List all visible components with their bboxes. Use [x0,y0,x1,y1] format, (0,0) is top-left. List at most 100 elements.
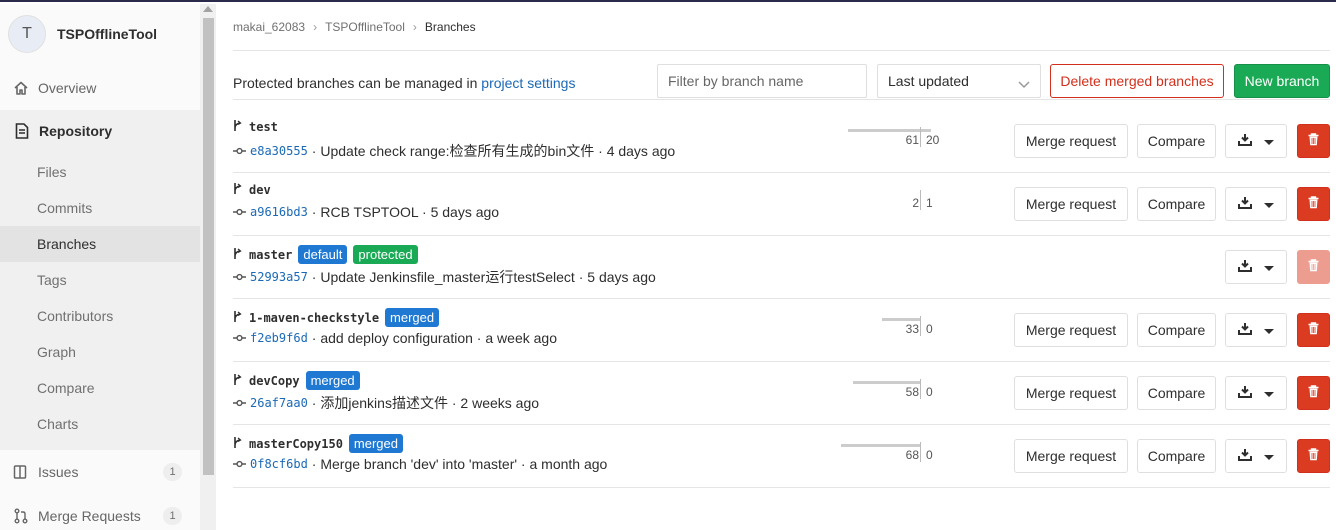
delete-merged-branches-button[interactable]: Delete merged branches [1050,64,1224,98]
download-icon [1238,259,1252,275]
project-settings-link[interactable]: project settings [481,75,575,91]
branch-last-commit: 0f8cf6bd · Merge branch 'dev' into 'mast… [233,456,607,472]
scroll-up-arrow-icon[interactable] [203,6,213,12]
delete-branch-button[interactable] [1297,187,1330,221]
branch-last-commit: 52993a57 · Update Jenkinsfile_master运行te… [233,267,656,287]
trash-icon [1308,133,1319,149]
branch-icon [233,119,242,135]
sidebar-item-repository[interactable]: Repository [0,110,200,152]
branch-name-link[interactable]: masterCopy150 [249,437,343,451]
sidebar-scrollbar[interactable] [200,4,216,530]
compare-button[interactable]: Compare [1137,124,1216,158]
chevron-right-icon: › [412,20,417,34]
caret-down-icon [1264,133,1274,149]
delete-branch-button[interactable] [1297,376,1330,410]
commit-message-link[interactable]: 添加jenkins描述文件 [320,395,448,411]
branch-name-link[interactable]: test [249,120,278,134]
trash-icon [1308,448,1319,464]
commit-sha-link[interactable]: f2eb9f6d [250,331,308,345]
sidebar-item-merge-requests[interactable]: Merge Requests 1 [0,498,200,530]
delete-branch-button[interactable] [1297,439,1330,473]
sidebar-item-overview[interactable]: Overview [0,70,200,106]
compare-button[interactable]: Compare [1137,187,1216,221]
commit-message-link[interactable]: Update check range:检查所有生成的bin文件 [320,143,594,159]
subnav-graph[interactable]: Graph [0,334,200,370]
sort-dropdown[interactable]: Last updated [877,64,1041,98]
commit-message-link[interactable]: RCB TSPTOOL [320,204,418,220]
branch-divergence[interactable]: 61 20 [823,123,963,153]
branch-divergence[interactable]: 33 0 [823,312,963,342]
download-dropdown-button[interactable] [1225,313,1287,347]
branch-filter-input[interactable] [657,64,867,98]
caret-down-icon [1264,385,1274,401]
merge-request-button[interactable]: Merge request [1014,124,1128,158]
sidebar-nav: T TSPOfflineTool Overview Repository Fil… [0,4,200,530]
subnav-charts[interactable]: Charts [0,406,200,442]
issues-icon [12,463,30,481]
breadcrumb-project[interactable]: TSPOfflineTool [325,20,405,34]
repository-subnav: Files Commits Branches Tags Contributors… [0,152,200,450]
subnav-files[interactable]: Files [0,154,200,190]
compare-button[interactable]: Compare [1137,313,1216,347]
branch-divergence[interactable]: 68 0 [823,438,963,468]
subnav-contributors[interactable]: Contributors [0,298,200,334]
commit-sha-link[interactable]: 26af7aa0 [250,396,308,410]
commits-behind-count: 68 [905,448,919,462]
commit-message-link[interactable]: Merge branch 'dev' into 'master' [320,456,517,472]
commits-behind-count: 33 [905,322,919,336]
divergence-separator [920,190,921,210]
branch-divergence[interactable]: 2 1 [823,186,963,216]
subnav-tags[interactable]: Tags [0,262,200,298]
branch-badge-protected: protected [353,245,418,264]
project-name[interactable]: TSPOfflineTool [57,26,157,42]
commit-sha-link[interactable]: a9616bd3 [250,205,308,219]
branch-name-link[interactable]: 1-maven-checkstyle [249,311,379,325]
branch-name-link[interactable]: dev [249,183,271,197]
scrollbar-thumb[interactable] [203,18,214,475]
delete-branch-button[interactable] [1297,124,1330,158]
delete-branch-button[interactable] [1297,313,1330,347]
subnav-commits[interactable]: Commits [0,190,200,226]
commit-sha-link[interactable]: 0f8cf6bd [250,457,308,471]
branch-name-line: devCopy merged [233,371,360,390]
behind-bar [841,444,920,447]
download-dropdown-button[interactable] [1225,187,1287,221]
compare-button[interactable]: Compare [1137,439,1216,473]
branch-last-commit: a9616bd3 · RCB TSPTOOL · 5 days ago [233,204,499,220]
download-dropdown-button[interactable] [1225,439,1287,473]
branch-badge-merged: merged [305,371,360,390]
subnav-branches[interactable]: Branches [0,226,200,262]
project-avatar[interactable]: T [8,15,46,53]
new-branch-button[interactable]: New branch [1234,64,1330,98]
merge-request-button[interactable]: Merge request [1014,313,1128,347]
commits-ahead-count: 20 [926,133,940,147]
commit-sha-link[interactable]: e8a30555 [250,144,308,158]
branch-name-link[interactable]: master [249,248,292,262]
merge-request-button[interactable]: Merge request [1014,376,1128,410]
commit-message-link[interactable]: Update Jenkinsfile_master运行testSelect [320,269,574,285]
delete-branch-button[interactable] [1297,250,1330,284]
branch-name-line: test [233,119,278,135]
download-dropdown-button[interactable] [1225,250,1287,284]
download-dropdown-button[interactable] [1225,376,1287,410]
compare-button[interactable]: Compare [1137,376,1216,410]
branch-name-link[interactable]: devCopy [249,374,300,388]
download-icon [1238,196,1252,212]
commits-ahead-count: 1 [926,196,933,210]
breadcrumb-user[interactable]: makai_62083 [233,20,305,34]
breadcrumb-current[interactable]: Branches [425,20,476,34]
download-icon [1238,133,1252,149]
commit-sha-link[interactable]: 52993a57 [250,270,308,284]
commit-message-link[interactable]: add deploy configuration [320,330,473,346]
commits-ahead-count: 0 [926,448,933,462]
merge-request-button[interactable]: Merge request [1014,439,1128,473]
download-dropdown-button[interactable] [1225,124,1287,158]
branch-divergence[interactable]: 58 0 [823,375,963,405]
project-header[interactable]: T TSPOfflineTool [8,14,157,54]
branch-row: 1-maven-checkstyle merged f2eb9f6d · add… [233,299,1330,362]
merge-request-button[interactable]: Merge request [1014,187,1128,221]
subnav-compare[interactable]: Compare [0,370,200,406]
sidebar-item-issues[interactable]: Issues 1 [0,454,200,490]
behind-bar [882,318,920,321]
divergence-separator [920,127,921,147]
